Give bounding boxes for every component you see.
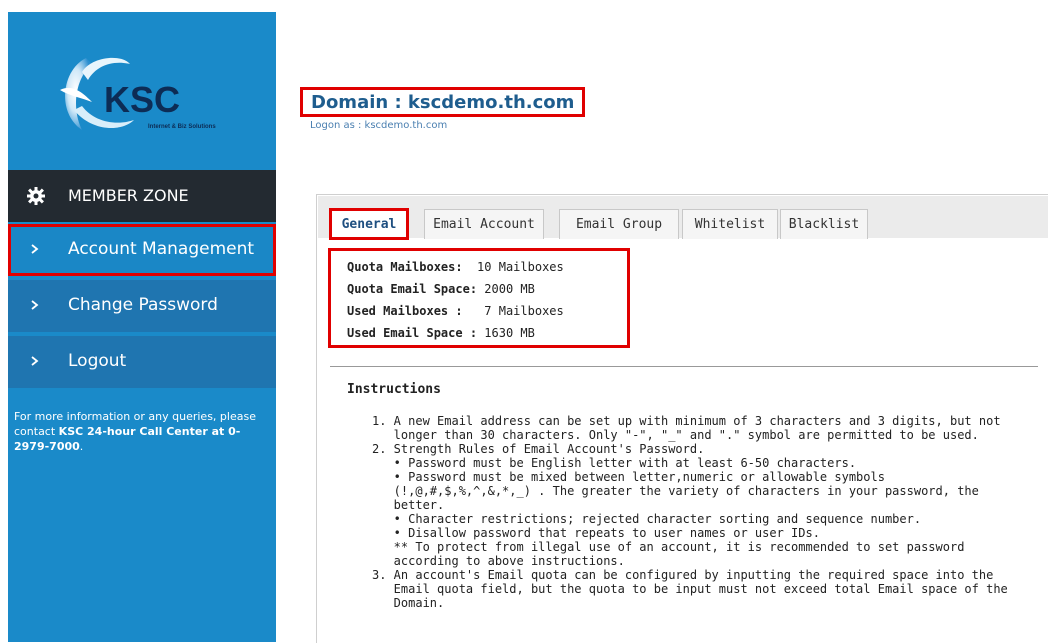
sidebar-item-label: Change Password (68, 295, 218, 315)
logo-text: KSC (104, 79, 180, 120)
quota-value: 7 Mailboxes (484, 304, 564, 318)
member-zone-header: MEMBER ZONE (8, 170, 276, 222)
quota-value: 1630 MB (484, 326, 535, 340)
sidebar-item-label: Logout (68, 351, 127, 371)
gear-icon (27, 187, 45, 205)
sidebar-item-change-password[interactable]: Change Password (8, 280, 276, 332)
ksc-logo[interactable]: KSC Internet & Biz Solutions (52, 50, 234, 136)
instructions-title: Instructions (347, 382, 441, 397)
tab-bar: General Email Account Email Group Whitel… (318, 196, 1048, 240)
tab-blacklist[interactable]: Blacklist (780, 209, 868, 239)
sidebar: KSC Internet & Biz Solutions MEMBER ZONE… (8, 12, 276, 642)
logo-tagline: Internet & Biz Solutions (148, 124, 216, 130)
quota-label: Quota Mailboxes: (347, 260, 463, 274)
chevron-right-icon (31, 244, 39, 254)
quota-summary: Quota Mailboxes: 10 Mailboxes Quota Emai… (328, 248, 630, 348)
contact-info-end: . (79, 440, 84, 453)
quota-row: Used Email Space : 1630 MB (347, 326, 627, 348)
quota-label: Quota Email Space: (347, 282, 478, 296)
page-title: Domain : kscdemo.th.com (311, 91, 575, 113)
quota-label: Used Mailboxes : (347, 304, 463, 318)
sidebar-item-label: Account Management (68, 239, 255, 259)
tab-whitelist[interactable]: Whitelist (682, 209, 778, 239)
member-zone-label: MEMBER ZONE (68, 186, 189, 205)
quota-row: Used Mailboxes : 7 Mailboxes (347, 304, 627, 326)
quota-value: 2000 MB (484, 282, 535, 296)
sidebar-item-logout[interactable]: Logout (8, 336, 276, 388)
divider (330, 366, 1038, 367)
chevron-right-icon (31, 356, 39, 366)
tab-email-account[interactable]: Email Account (424, 209, 544, 239)
chevron-right-icon (31, 300, 39, 310)
quota-value: 10 Mailboxes (477, 260, 564, 274)
logon-info: Logon as : kscdemo.th.com (310, 120, 448, 131)
sidebar-item-account-management[interactable]: Account Management (8, 224, 276, 276)
quota-label: Used Email Space : (347, 326, 478, 340)
contact-info: For more information or any queries, ple… (14, 409, 270, 454)
instructions-list: 1. A new Email address can be set up wit… (372, 414, 1008, 610)
domain-title-box: Domain : kscdemo.th.com (300, 87, 586, 117)
quota-row: Quota Mailboxes: 10 Mailboxes (347, 260, 627, 282)
quota-row: Quota Email Space: 2000 MB (347, 282, 627, 304)
tab-email-group[interactable]: Email Group (559, 209, 679, 239)
tab-general[interactable]: General (329, 208, 409, 240)
